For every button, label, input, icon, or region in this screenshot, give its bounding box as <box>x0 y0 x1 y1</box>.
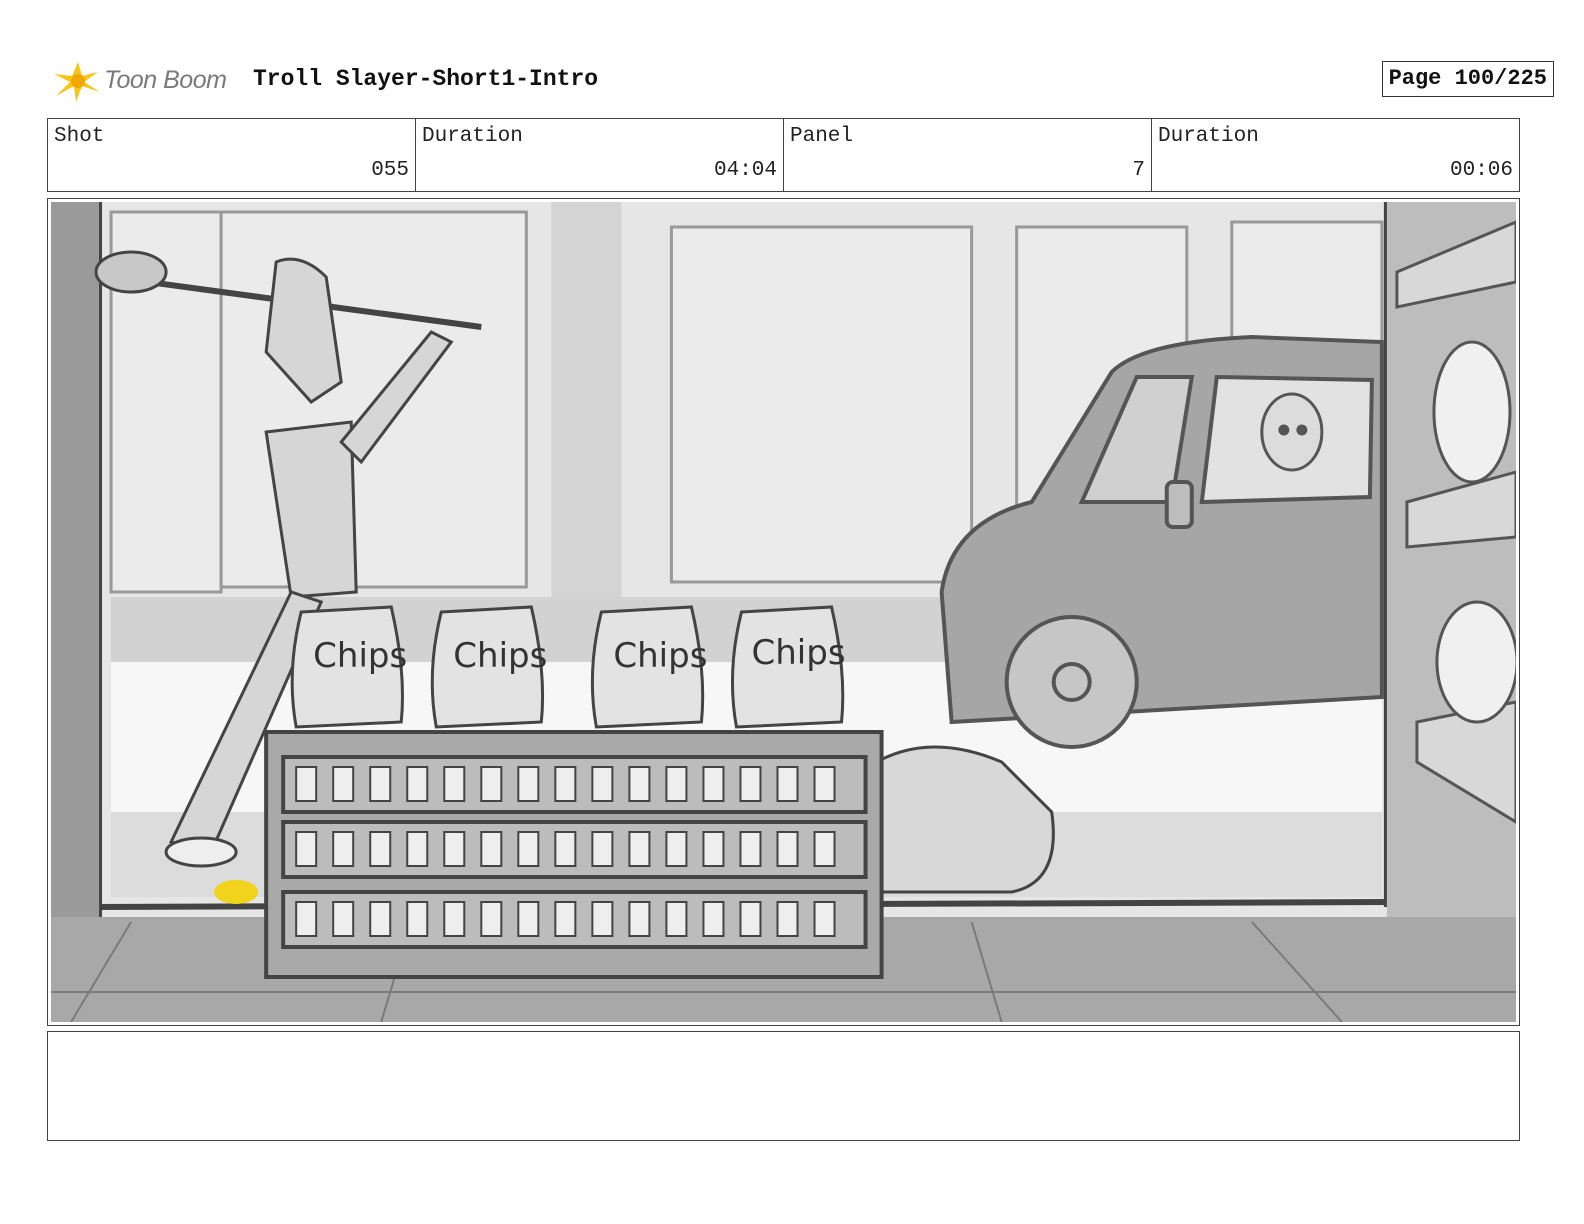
rack-packet <box>369 901 392 937</box>
rack-packet <box>591 901 614 937</box>
rack-packet <box>554 901 577 937</box>
panel-duration-label: Duration <box>1158 125 1259 148</box>
rack-packet <box>702 831 725 867</box>
chip-bag-label: Chips <box>313 636 407 676</box>
rack-packet <box>628 901 651 937</box>
document-title: Troll Slayer-Short1-Intro <box>253 66 599 92</box>
driver <box>1260 392 1324 472</box>
rack-packet <box>369 766 392 802</box>
panel-duration-cell: Duration 00:06 <box>1152 119 1519 191</box>
rack-packet <box>480 831 503 867</box>
rack-packet <box>295 831 318 867</box>
starburst-icon <box>54 62 100 102</box>
rack-packet <box>517 766 540 802</box>
rack-packet <box>517 901 540 937</box>
rack-packet <box>406 831 429 867</box>
page-number: Page 100/225 <box>1381 61 1554 97</box>
rack-packet <box>517 831 540 867</box>
rack-packet <box>776 901 799 937</box>
rack-packet <box>295 901 318 937</box>
rack-packet <box>443 901 466 937</box>
rack-packet <box>739 766 762 802</box>
panel-duration-value: 00:06 <box>1449 159 1513 182</box>
page-header: Toon Boom Troll Slayer-Short1-Intro Page… <box>50 54 1554 106</box>
chip-bag-label: Chips <box>613 636 707 676</box>
rack-packet <box>665 766 688 802</box>
panel-cell: Panel 7 <box>784 119 1152 191</box>
rack-packet <box>813 901 836 937</box>
panel-label: Panel <box>790 125 854 148</box>
panel-sketch: Chips Chips Chips Chips <box>51 202 1516 1022</box>
rack-packet <box>591 766 614 802</box>
rack-packet <box>776 766 799 802</box>
shot-cell: Shot 055 <box>48 119 416 191</box>
shot-label: Shot <box>54 125 105 148</box>
rack-packet <box>406 766 429 802</box>
rack-packet <box>406 901 429 937</box>
rack-packet <box>702 766 725 802</box>
rack-packet <box>480 766 503 802</box>
shot-info-table: Shot 055 Duration 04:04 Panel 7 Duration… <box>47 118 1520 192</box>
rack-packet <box>332 831 355 867</box>
rack-packet <box>554 766 577 802</box>
rack-packet <box>813 831 836 867</box>
rack-packet <box>739 831 762 867</box>
rack-packet <box>332 766 355 802</box>
rack-packet <box>665 901 688 937</box>
rack-packet <box>665 831 688 867</box>
storyboard-panel: Chips Chips Chips Chips <box>47 198 1520 1026</box>
shot-duration-value: 04:04 <box>713 159 777 182</box>
shot-value: 055 <box>371 159 409 182</box>
rack-packet <box>443 831 466 867</box>
shot-duration-cell: Duration 04:04 <box>416 119 784 191</box>
chip-bag-label: Chips <box>453 636 547 676</box>
rack-packet <box>739 901 762 937</box>
chip-bag-label: Chips <box>751 633 845 673</box>
panel-notes <box>47 1031 1520 1141</box>
rack-packet <box>480 901 503 937</box>
shot-duration-label: Duration <box>422 125 523 148</box>
rack-packet <box>628 831 651 867</box>
rack-packet <box>369 831 392 867</box>
rack-packet <box>628 766 651 802</box>
toon-boom-logo: Toon Boom <box>52 56 242 104</box>
rack-packet <box>702 901 725 937</box>
rack-packet <box>443 766 466 802</box>
rack-packet <box>813 766 836 802</box>
rack-packet <box>554 831 577 867</box>
rack-packet <box>776 831 799 867</box>
logo-text: Toon Boom <box>104 66 227 94</box>
panel-value: 7 <box>1132 159 1145 182</box>
rack-packet <box>591 831 614 867</box>
rack-packet <box>332 901 355 937</box>
rack-packet <box>295 766 318 802</box>
